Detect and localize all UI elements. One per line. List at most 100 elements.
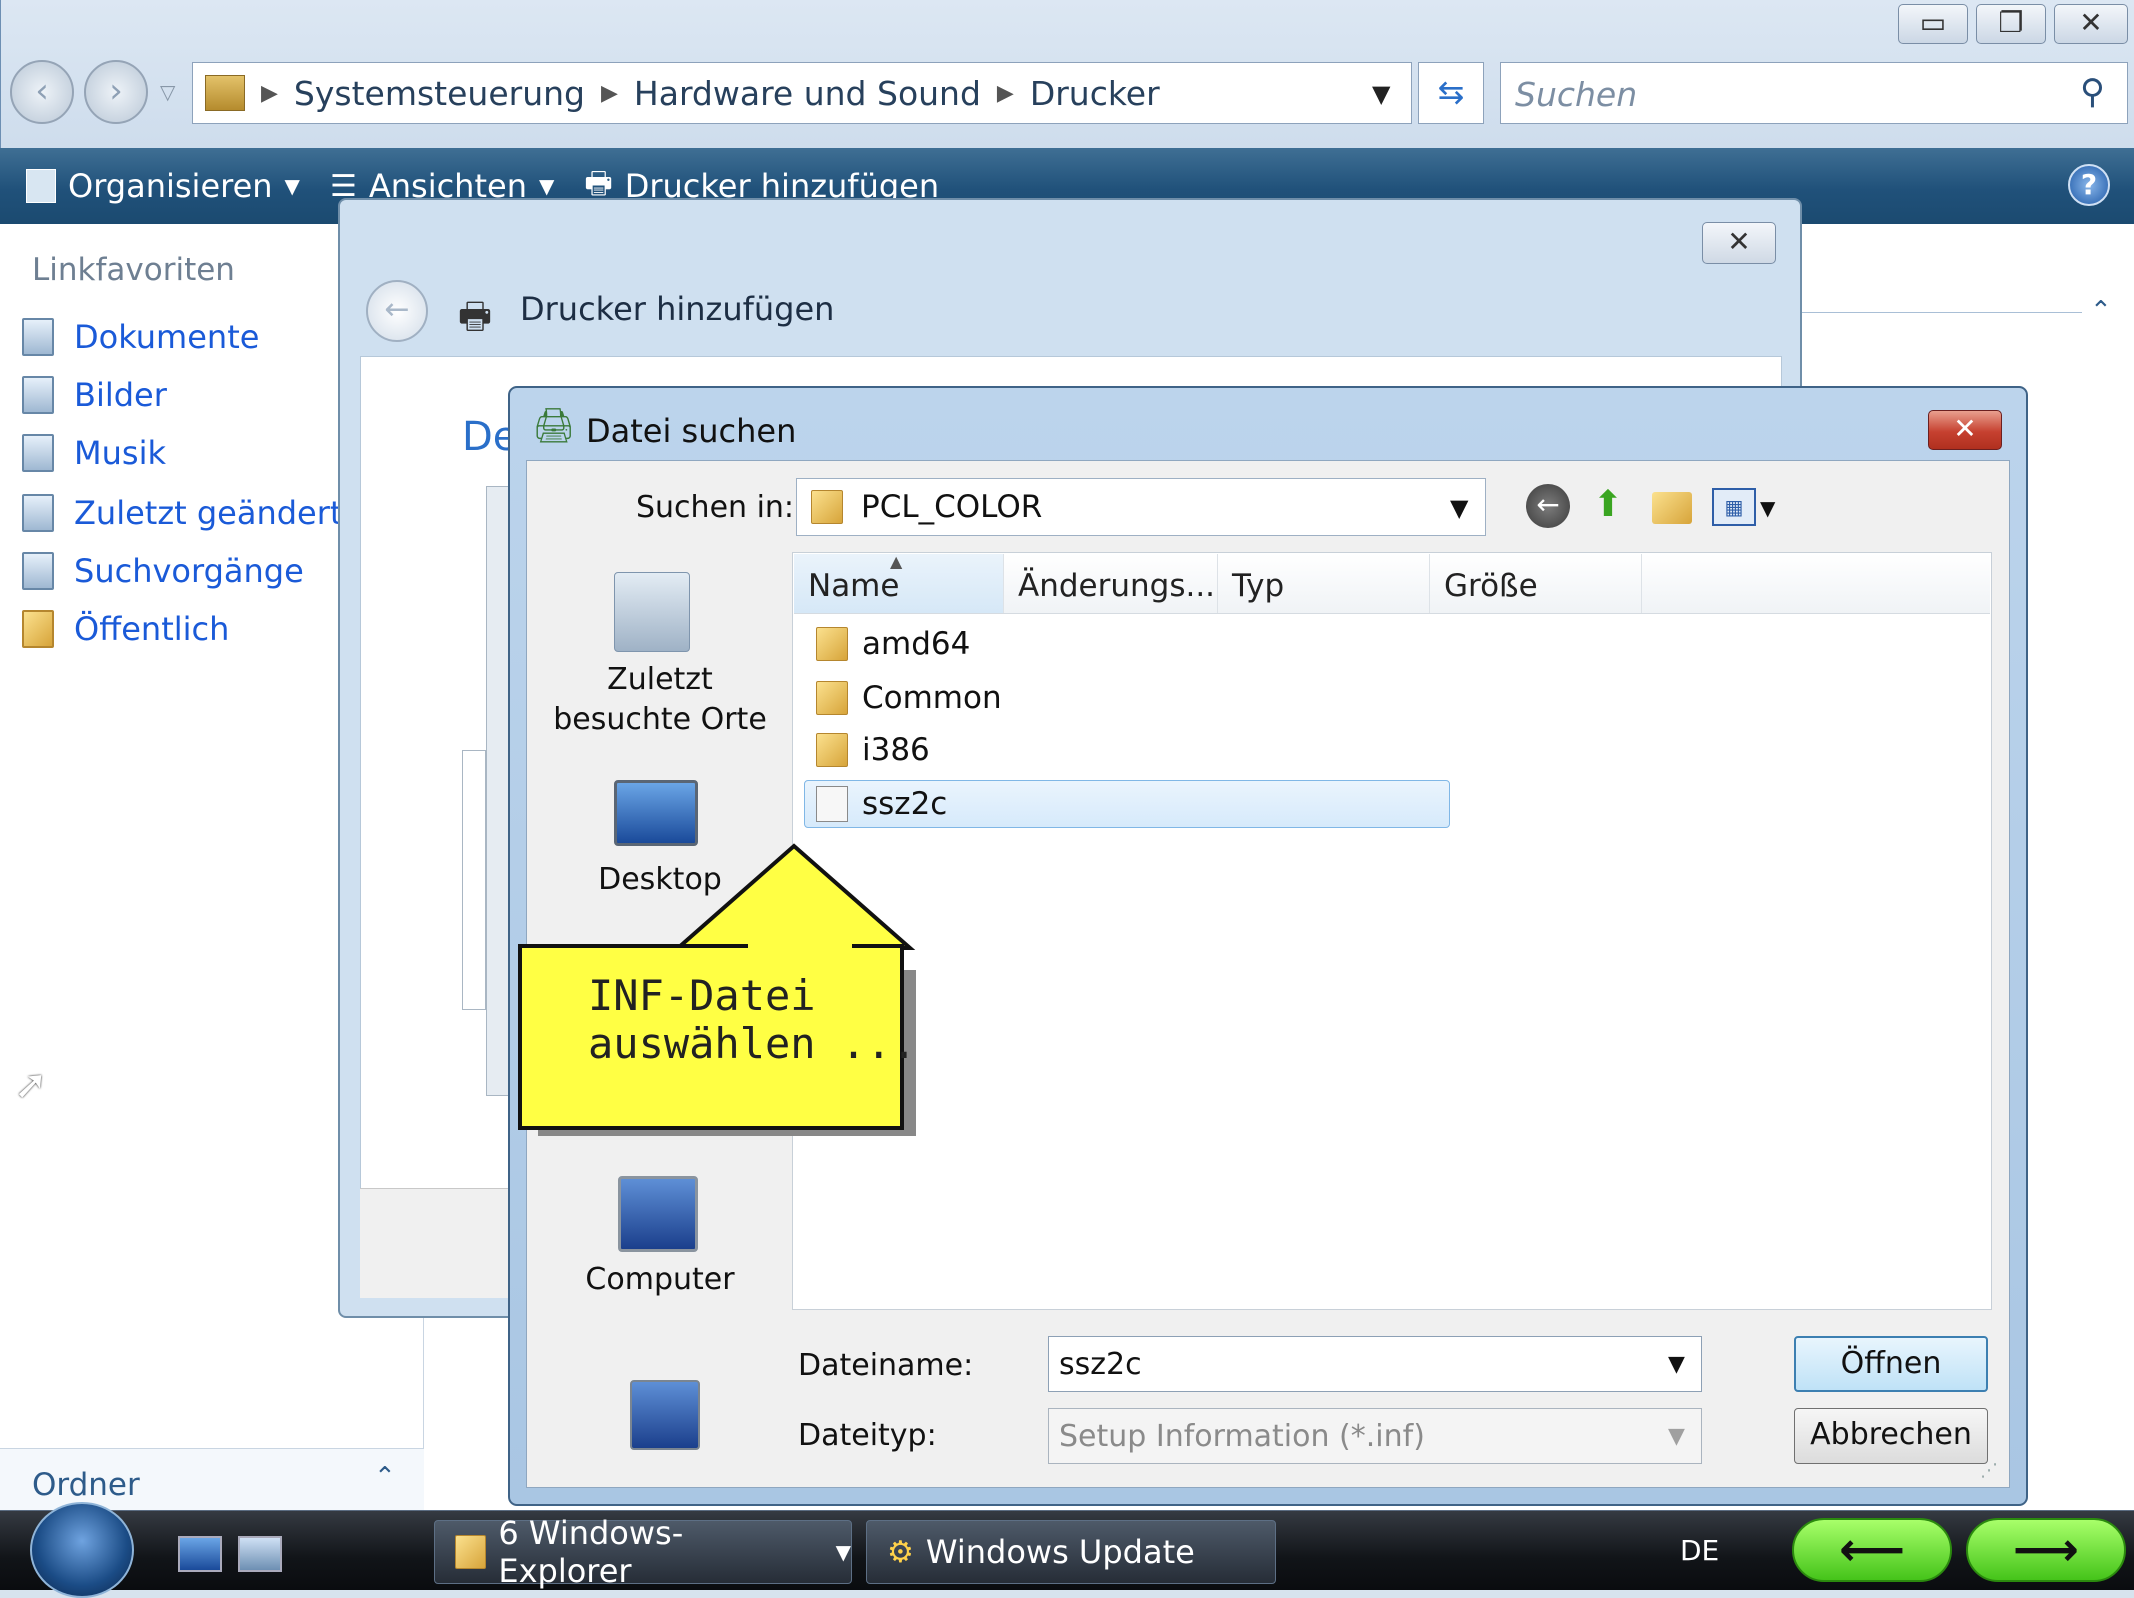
folder-icon	[455, 1535, 487, 1569]
wizard-back-button[interactable]: ←	[366, 280, 428, 342]
favorite-link[interactable]: Zuletzt geändert	[22, 494, 342, 532]
filename-input[interactable]: ssz2c	[1048, 1336, 1702, 1392]
cancel-button[interactable]: Abbrechen	[1794, 1408, 1988, 1464]
taskbar-explorer-group[interactable]: 6 Windows-Explorer ▼	[434, 1514, 852, 1590]
language-indicator[interactable]: DE	[1680, 1534, 1719, 1567]
breadcrumb-item[interactable]: Hardware und Sound	[634, 74, 981, 113]
help-icon[interactable]: ?	[2068, 164, 2110, 206]
folder-icon	[811, 490, 843, 524]
previous-arrow-button[interactable]: ⟵	[1792, 1518, 1952, 1582]
searches-icon	[22, 552, 54, 590]
file-row[interactable]: amd64	[806, 620, 970, 668]
minimize-button[interactable]: ▭	[1898, 4, 1968, 44]
switch-windows-icon[interactable]	[238, 1536, 282, 1572]
chevron-down-icon[interactable]: ▼	[1450, 494, 1468, 522]
file-row-selected[interactable]: ssz2c	[806, 780, 947, 828]
open-button-label: Öffnen	[1840, 1346, 1942, 1381]
search-icon[interactable]: ⚲	[2080, 72, 2105, 112]
wizard-close-button[interactable]: ✕	[1702, 222, 1776, 264]
callout-text: INF-Datei auswählen ...	[588, 972, 917, 1068]
file-name: i386	[862, 732, 930, 768]
next-arrow-button[interactable]: ⟶	[1966, 1518, 2126, 1582]
maximize-button[interactable]: ❐	[1976, 4, 2046, 44]
favorite-link[interactable]: Öffentlich	[22, 610, 229, 648]
organize-label: Organisieren	[68, 167, 273, 205]
column-label: Änderungs...	[1018, 568, 1216, 604]
file-name: Common	[862, 680, 1002, 716]
wizard-background-list	[462, 750, 486, 1010]
public-folder-icon	[22, 610, 54, 648]
place-computer[interactable]: Computer	[546, 1260, 774, 1300]
chevron-up-icon[interactable]: ⌃	[374, 1462, 396, 1492]
search-input[interactable]: Suchen	[1500, 62, 2128, 124]
column-label: Name	[808, 568, 900, 604]
sort-ascending-icon: ▲	[890, 552, 903, 571]
chevron-down-icon[interactable]: ▼	[1760, 496, 1775, 520]
forward-button[interactable]: ›	[84, 60, 148, 124]
chevron-down-icon[interactable]: ▼	[1668, 1352, 1685, 1377]
breadcrumb-item[interactable]: Systemsteuerung	[294, 74, 585, 113]
folder-icon	[816, 681, 848, 715]
address-bar[interactable]: ▶ Systemsteuerung ▶ Hardware und Sound ▶…	[192, 62, 1412, 124]
column-size[interactable]: Größe	[1430, 554, 1642, 613]
search-placeholder: Suchen	[1515, 75, 1638, 114]
file-row[interactable]: Common	[806, 674, 1002, 722]
inf-file-icon	[816, 786, 848, 822]
file-row[interactable]: i386	[806, 726, 930, 774]
look-in-select[interactable]: PCL_COLOR	[796, 478, 1486, 536]
history-chevron-icon[interactable]: ▽	[160, 80, 175, 104]
control-panel-icon	[205, 75, 245, 111]
taskbar-label: 6 Windows-Explorer	[498, 1514, 684, 1590]
favorite-link[interactable]: Bilder	[22, 376, 167, 414]
filetype-value: Setup Information (*.inf)	[1059, 1419, 1425, 1454]
refresh-button[interactable]: ⇆	[1418, 62, 1484, 124]
callout-join	[748, 944, 852, 952]
place-label: Computer	[585, 1262, 735, 1297]
chevron-up-icon[interactable]: ⌃	[2090, 296, 2112, 326]
filename-label: Dateiname:	[798, 1348, 974, 1383]
folder-icon	[816, 627, 848, 661]
divider	[1802, 312, 2082, 313]
mouse-cursor-icon: ➚	[14, 1062, 48, 1108]
back-arrow-icon[interactable]: ←	[1526, 484, 1570, 528]
file-name: amd64	[862, 626, 971, 662]
column-label: Typ	[1232, 568, 1285, 604]
resize-grip-icon[interactable]: ⋰	[1980, 1460, 1998, 1481]
callout-line: INF-Datei	[588, 971, 816, 1020]
chevron-right-icon: ▶	[996, 80, 1014, 106]
view-menu-icon[interactable]: ▦	[1712, 488, 1756, 526]
dialog-close-button[interactable]: ✕	[1928, 410, 2002, 450]
callout-arrowhead	[672, 843, 916, 953]
open-button[interactable]: Öffnen	[1794, 1336, 1988, 1392]
place-label: Zuletzt	[607, 662, 713, 697]
column-modified[interactable]: Änderungs...	[1004, 554, 1218, 613]
new-folder-icon[interactable]	[1652, 492, 1692, 524]
favorite-label: Bilder	[74, 376, 167, 414]
favorite-link[interactable]: Musik	[22, 434, 166, 472]
taskbar-windows-update[interactable]: ⚙ Windows Update	[866, 1520, 1276, 1584]
documents-icon	[22, 318, 54, 356]
favorite-link[interactable]: Suchvorgänge	[22, 552, 304, 590]
wizard-background-panel	[486, 486, 510, 1096]
folders-toggle[interactable]: Ordner	[0, 1448, 424, 1510]
chevron-down-icon: ▼	[835, 1540, 851, 1564]
close-button[interactable]: ✕	[2054, 4, 2128, 44]
address-dropdown-icon[interactable]: ▼	[1372, 80, 1390, 108]
find-file-icon: 🖨	[532, 406, 576, 446]
chevron-down-icon[interactable]: ▼	[1668, 1424, 1685, 1449]
folder-icon	[816, 733, 848, 767]
up-folder-icon[interactable]: ⬆	[1586, 484, 1630, 528]
breadcrumb-item[interactable]: Drucker	[1030, 74, 1160, 113]
start-button[interactable]	[30, 1502, 134, 1598]
favorite-label: Dokumente	[74, 318, 260, 356]
favorite-link[interactable]: Dokumente	[22, 318, 259, 356]
network-icon[interactable]	[630, 1380, 700, 1450]
column-type[interactable]: Typ	[1218, 554, 1430, 613]
filetype-select[interactable]: Setup Information (*.inf)	[1048, 1408, 1702, 1464]
place-recent[interactable]: Zuletzt besuchte Orte	[546, 660, 774, 740]
back-button[interactable]: ‹	[10, 60, 74, 124]
chevron-right-icon: ▶	[600, 80, 618, 106]
show-desktop-icon[interactable]	[178, 1536, 222, 1572]
column-label: Größe	[1444, 568, 1538, 604]
organize-menu[interactable]: Organisieren ▼	[26, 167, 300, 205]
